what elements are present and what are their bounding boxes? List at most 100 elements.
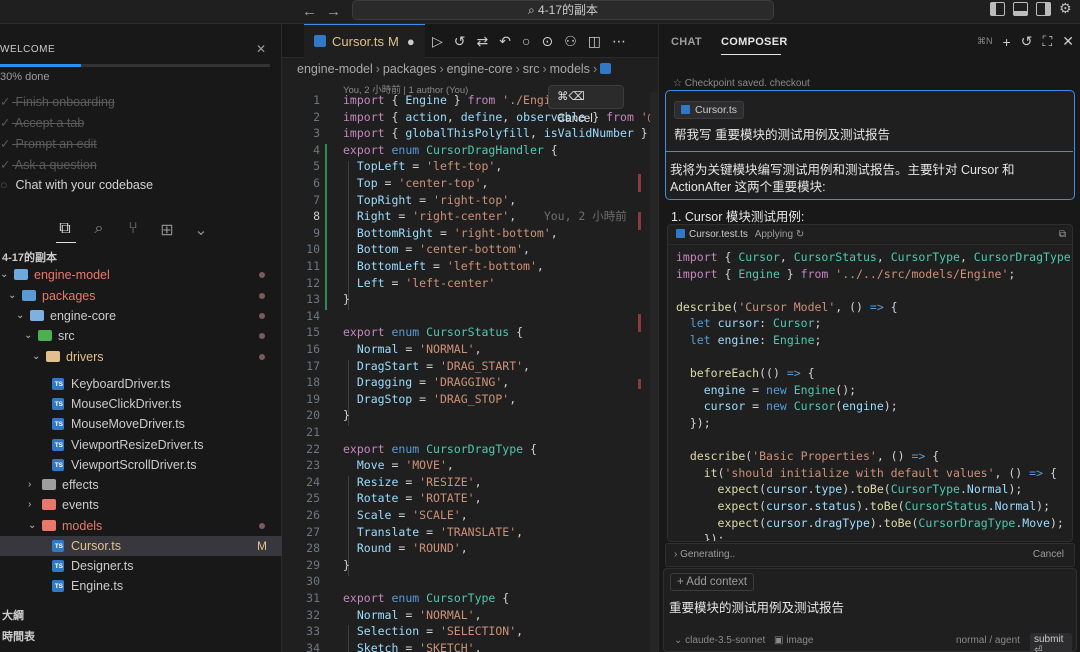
composer-input[interactable]: + Add context 重要模块的测试用例及测试报告 ⌄ claude-3.… — [663, 568, 1077, 652]
code-line[interactable]: 30 — [282, 573, 658, 590]
more-actions-icon[interactable]: ⋯ — [612, 33, 626, 50]
tree-folder[interactable]: › effects — [0, 475, 282, 495]
onboarding-item[interactable]: ✓ Finish onboarding — [0, 94, 115, 109]
code-line[interactable]: 8 Right = 'right-center', You, 2 小時前 — [282, 208, 658, 225]
onboarding-item[interactable]: ✓ Prompt an edit — [0, 136, 97, 151]
code-line[interactable]: 34 Sketch = 'SKETCH', — [282, 640, 658, 652]
code-line[interactable]: 7 TopRight = 'right-top', — [282, 192, 658, 209]
user-message[interactable]: Cursor.ts 帮我写 重要模块的测试用例及测试报告 我将为关键模块编写测试… — [665, 90, 1075, 200]
composer-input-text[interactable]: 重要模块的测试用例及测试报告 — [669, 597, 844, 616]
code-line[interactable]: 19 DragStop = 'DRAG_STOP', — [282, 391, 658, 408]
chevron-down-icon[interactable]: ⌄ — [0, 265, 8, 285]
maximize-icon[interactable]: ⛶ — [1042, 33, 1052, 50]
code-line[interactable]: 27 Translate = 'TRANSLATE', — [282, 524, 658, 541]
close-icon[interactable]: ✕ — [256, 42, 266, 56]
code-line[interactable]: 10 Bottom = 'center-bottom', — [282, 241, 658, 258]
chevron-down-icon[interactable]: ⌄ — [8, 286, 16, 306]
code-line[interactable]: 20} — [282, 407, 658, 424]
code-line[interactable]: 33 Selection = 'SELECTION', — [282, 623, 658, 640]
source-control-icon[interactable]: ⑂ — [124, 220, 142, 240]
breadcrumb-item[interactable]: src — [523, 62, 540, 76]
submit-button[interactable]: submit ⏎ — [1030, 633, 1072, 652]
tree-file[interactable]: TS Engine.ts — [0, 576, 282, 596]
tree-file[interactable]: TS MouseClickDriver.ts — [0, 394, 282, 414]
tree-folder[interactable]: ⌄ engine-core — [0, 306, 282, 326]
code-line[interactable]: 26 Scale = 'SCALE', — [282, 507, 658, 524]
previous-change-icon[interactable]: ○ — [522, 33, 530, 50]
image-button[interactable]: ▣ image — [774, 635, 813, 646]
unsaved-dot-icon[interactable]: ● — [407, 34, 415, 49]
outline-section[interactable]: 大綱 — [2, 607, 24, 623]
forward-arrow-icon[interactable]: → — [326, 3, 341, 20]
tree-file[interactable]: TS MouseMoveDriver.ts — [0, 414, 282, 434]
chevron-down-icon[interactable]: ⌄ — [16, 306, 24, 326]
breadcrumb-item[interactable]: packages — [383, 62, 437, 76]
onboarding-item[interactable]: ✓ Accept a tab — [0, 115, 84, 130]
go-back-change-icon[interactable]: ↶ — [499, 33, 511, 50]
add-context-button[interactable]: + Add context — [670, 573, 755, 591]
code-line[interactable]: 3 import { globalThisPolyfill, isValidNum… — [282, 125, 668, 142]
code-line[interactable]: 28 Round = 'ROUND', — [282, 540, 658, 557]
add-icon[interactable]: + — [1003, 34, 1011, 50]
code-line[interactable]: 32 Normal = 'NORMAL', — [282, 607, 658, 624]
onboarding-item[interactable]: ✓ Ask a question — [0, 157, 97, 172]
run-icon[interactable]: ▷ — [432, 33, 443, 50]
toggle-secondary-sidebar-icon[interactable] — [1036, 2, 1051, 16]
code-line[interactable]: 16 Normal = 'NORMAL', — [282, 341, 658, 358]
code-line[interactable]: 24 Resize = 'RESIZE', — [282, 474, 658, 491]
tree-folder[interactable]: › events — [0, 495, 282, 515]
mode-toggle[interactable]: normal / agent — [956, 635, 1020, 646]
history-icon[interactable]: ↺ — [454, 33, 466, 50]
code-line[interactable]: 5 TopLeft = 'left-top', — [282, 158, 658, 175]
code-line[interactable]: 6 Top = 'center-top', — [282, 175, 658, 192]
tab-composer[interactable]: COMPOSER — [721, 36, 788, 48]
tree-file[interactable]: TS ViewportResizeDriver.ts — [0, 435, 282, 455]
code-line[interactable]: 21 — [282, 424, 658, 441]
explorer-icon[interactable]: ⧉ — [56, 220, 74, 240]
close-icon[interactable]: ✕ — [1062, 33, 1074, 50]
code-line[interactable]: 2 import { action, define, observable } f… — [282, 109, 668, 126]
tree-folder[interactable]: ⌄ packages — [0, 286, 282, 306]
code-line[interactable]: 18 Dragging = 'DRAGGING', — [282, 374, 658, 391]
cancel-generation-button[interactable]: ⌘⌫ Cancel — [548, 85, 624, 125]
breadcrumb-item[interactable]: models — [550, 62, 590, 76]
code-line[interactable]: 17 DragStart = 'DRAG_START', — [282, 358, 658, 375]
chevron-down-icon[interactable]: ⌄ — [28, 516, 36, 536]
breadcrumb-item[interactable]: engine-model — [297, 62, 373, 76]
code-line[interactable]: 4 export enum CursorDragHandler { — [282, 142, 658, 159]
split-editor-icon[interactable]: ◫ — [588, 33, 601, 50]
tree-file[interactable]: TS Cursor.ts M — [0, 536, 282, 556]
timeline-section[interactable]: 時間表 — [2, 628, 35, 644]
code-line[interactable]: 25 Rotate = 'ROTATE', — [282, 490, 658, 507]
chevron-right-icon[interactable]: › — [28, 495, 31, 515]
editor-scrollbar[interactable] — [650, 92, 658, 652]
tree-file[interactable]: TS ViewportScrollDriver.ts — [0, 455, 282, 475]
code-line[interactable]: 13} — [282, 291, 658, 308]
toggle-panel-icon[interactable] — [1013, 2, 1028, 16]
code-line[interactable]: 11 BottomLeft = 'left-bottom', — [282, 258, 658, 275]
extensions-icon[interactable]: ⊞ — [158, 220, 176, 240]
chevron-down-icon[interactable]: ⌄ — [24, 326, 32, 346]
chevron-down-icon[interactable]: ⌄ — [192, 220, 210, 240]
tree-file[interactable]: TS Designer.ts — [0, 556, 282, 576]
code-line[interactable]: 9 BottomRight = 'right-bottom', — [282, 225, 658, 242]
code-line[interactable]: 23 Move = 'MOVE', — [282, 457, 658, 474]
code-line[interactable]: 14 — [282, 308, 658, 325]
history-icon[interactable]: ↺ — [1021, 33, 1033, 50]
toggle-sidebar-icon[interactable] — [990, 2, 1005, 16]
codeblock-filename[interactable]: Cursor.test.ts — [689, 229, 748, 240]
code-line[interactable]: 12 Left = 'left-center' — [282, 275, 658, 292]
breadcrumb-item[interactable]: engine-core — [447, 62, 513, 76]
file-context-chip[interactable]: Cursor.ts — [674, 101, 745, 119]
tab-cursor-ts[interactable]: Cursor.ts M ● — [304, 24, 425, 58]
chevron-down-icon[interactable]: ⌄ — [32, 347, 40, 367]
tree-folder[interactable]: ⌄ src — [0, 326, 282, 346]
compare-icon[interactable]: ⇄ — [477, 33, 489, 50]
command-center-search[interactable]: ⌕ 4-17的副本 — [352, 0, 774, 20]
tree-file[interactable]: TS KeyboardDriver.ts — [0, 374, 282, 394]
chevron-right-icon[interactable]: › — [674, 549, 677, 560]
model-selector[interactable]: ⌄ claude-3.5-sonnet — [674, 635, 765, 646]
next-change-icon[interactable]: ⊙ — [541, 33, 553, 50]
tab-chat[interactable]: CHAT — [671, 36, 702, 48]
code-line[interactable]: 22 export enum CursorDragType { — [282, 441, 658, 458]
